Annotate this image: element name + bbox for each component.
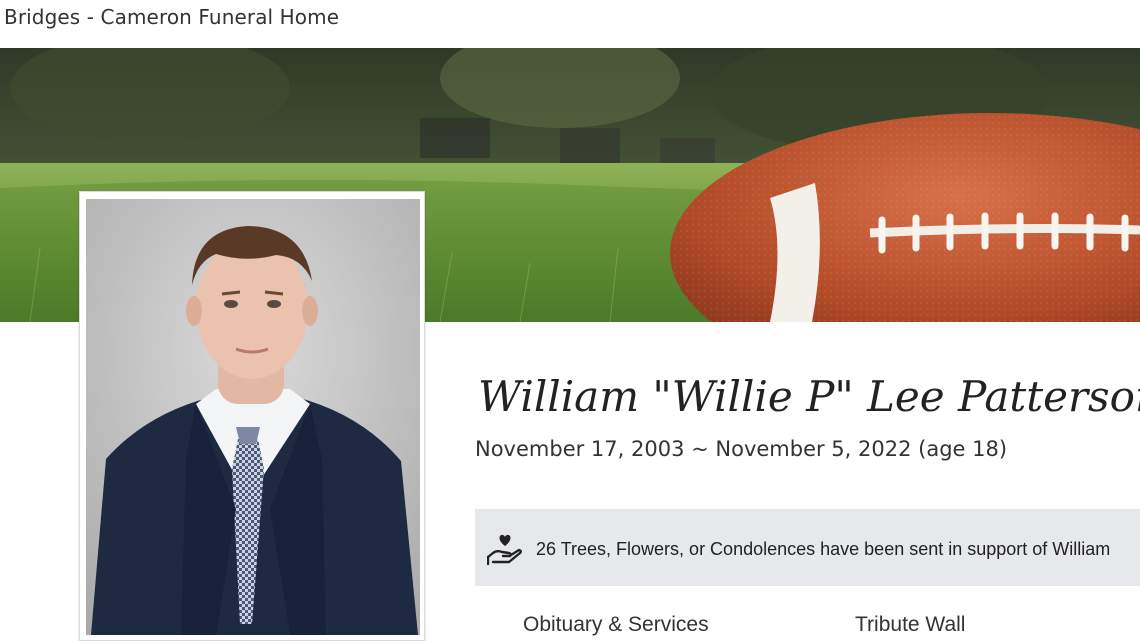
life-dates: November 17, 2003 ~ November 5, 2022 (ag… [475,437,1008,461]
hand-heart-icon [486,533,523,566]
portrait-frame [79,191,425,641]
site-header: Bridges - Cameron Funeral Home [0,0,1140,48]
support-text: 26 Trees, Flowers, or Condolences have b… [536,539,1111,559]
tab-obituary-services[interactable]: Obituary & Services [523,613,709,637]
site-title[interactable]: Bridges - Cameron Funeral Home [4,5,339,29]
portrait-photo[interactable] [86,199,420,635]
support-banner[interactable]: 26 Trees, Flowers, or Condolences have b… [475,509,1140,586]
tab-tribute-wall[interactable]: Tribute Wall [855,613,965,637]
deceased-name: William "Willie P" Lee Patterson [478,372,1140,421]
